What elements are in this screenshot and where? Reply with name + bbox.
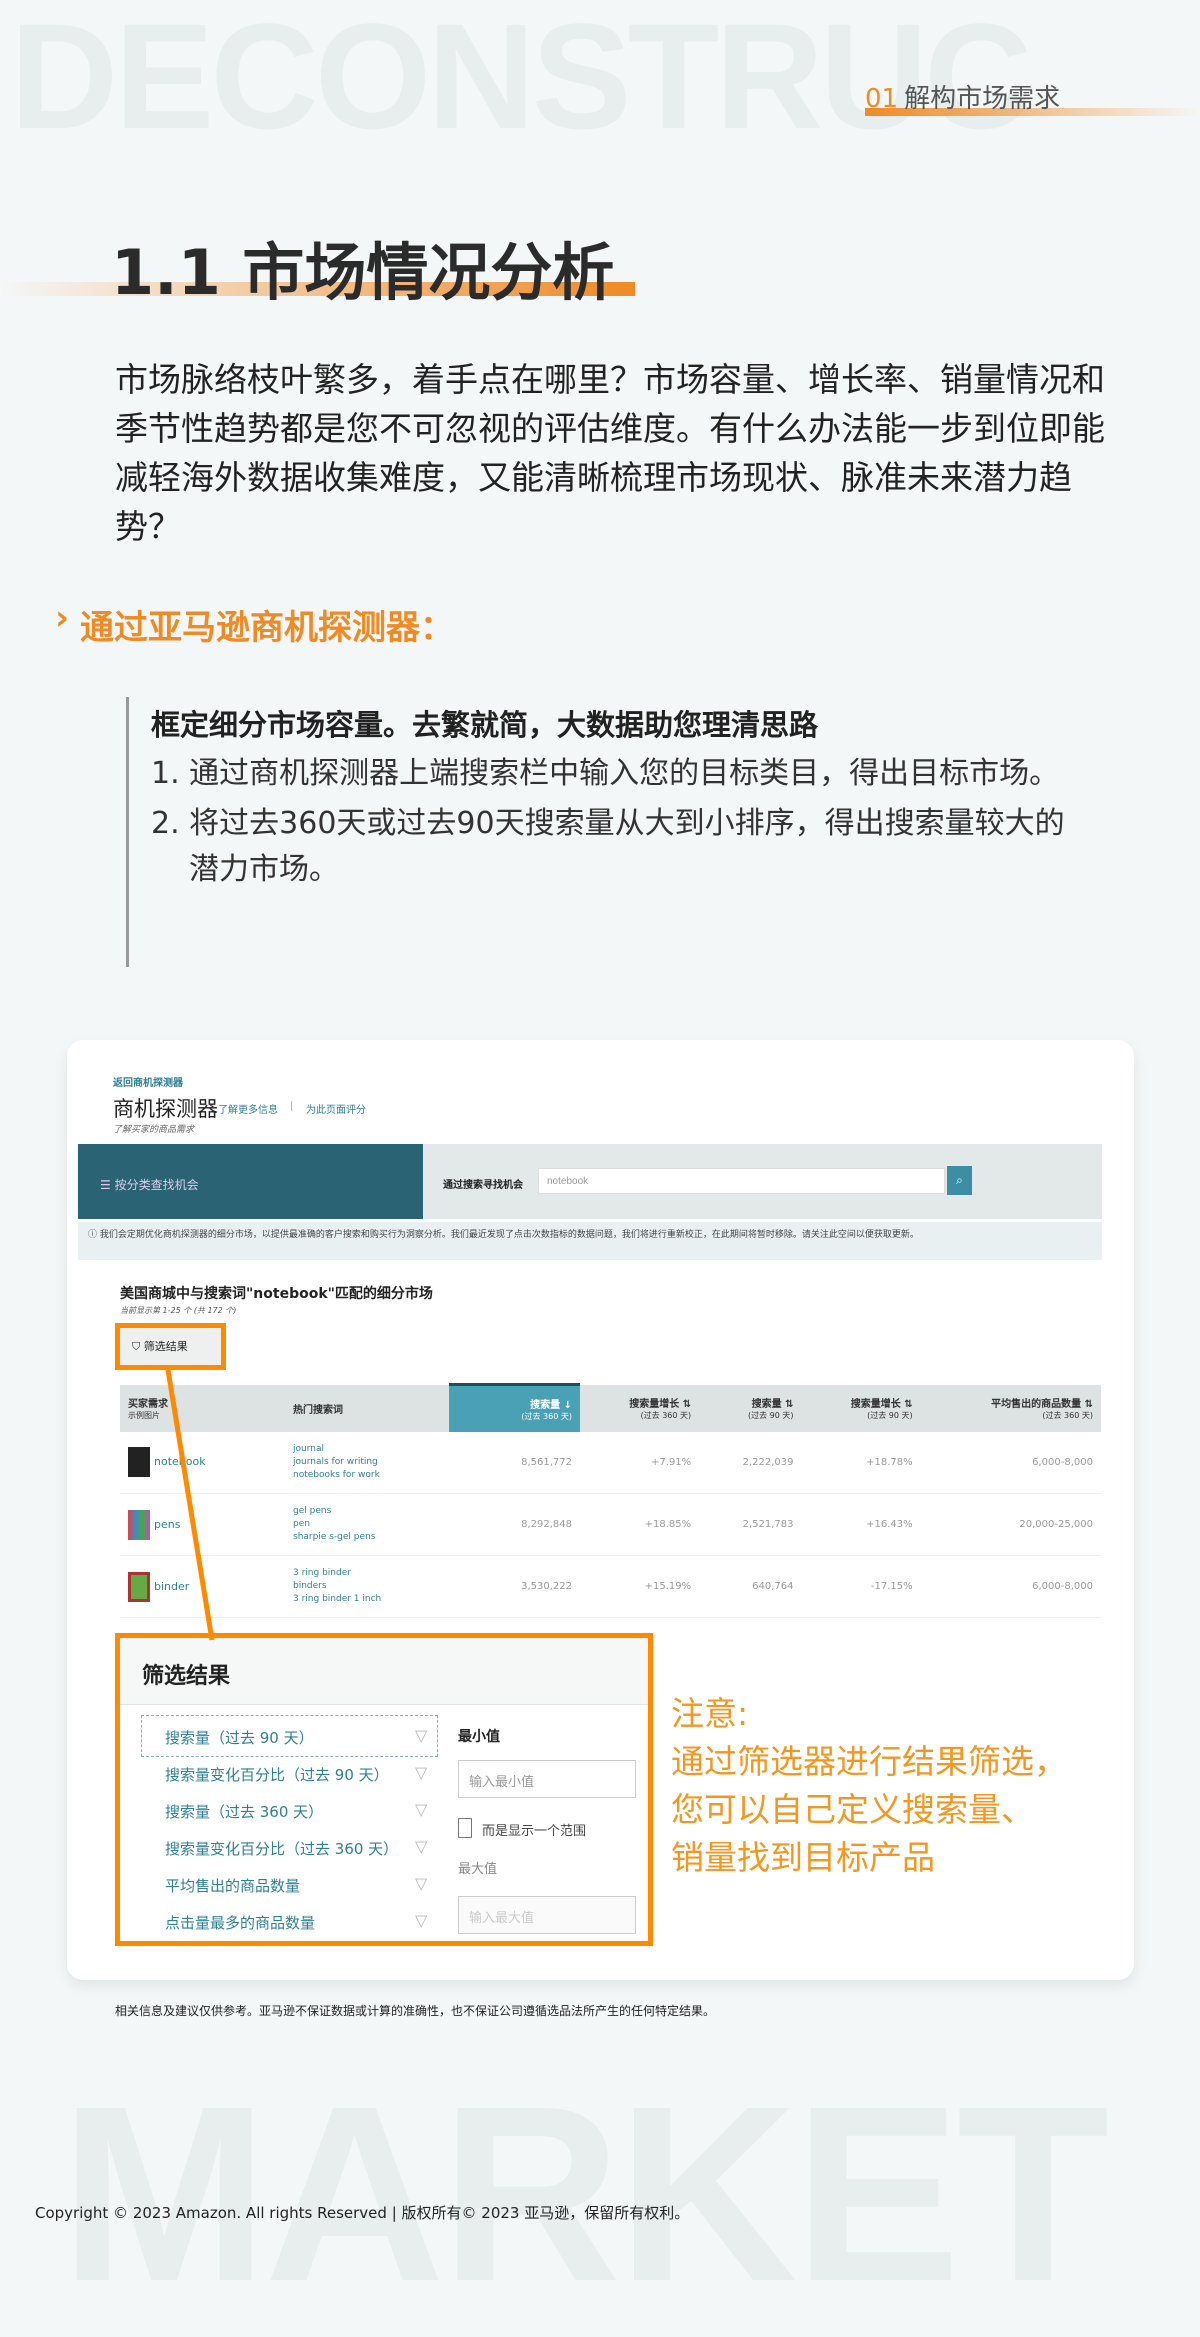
note-line: 销量找到目标产品 — [671, 1838, 935, 1877]
callout-connector — [165, 1369, 215, 1641]
note-line: 注意: — [671, 1694, 749, 1733]
note-callout: 注意: 通过筛选器进行结果筛选， 您可以自己定义搜索量、 销量找到目标产品 — [671, 1690, 1067, 1882]
disclaimer: 相关信息及建议仅供参考。亚马逊不保证数据或计算的准确性，也不保证公司遵循选品法所… — [115, 2004, 716, 2018]
copyright: Copyright © 2023 Amazon. All rights Rese… — [35, 2204, 690, 2222]
note-line: 通过筛选器进行结果筛选， — [671, 1742, 1067, 1781]
note-line: 您可以自己定义搜索量、 — [671, 1790, 1034, 1829]
